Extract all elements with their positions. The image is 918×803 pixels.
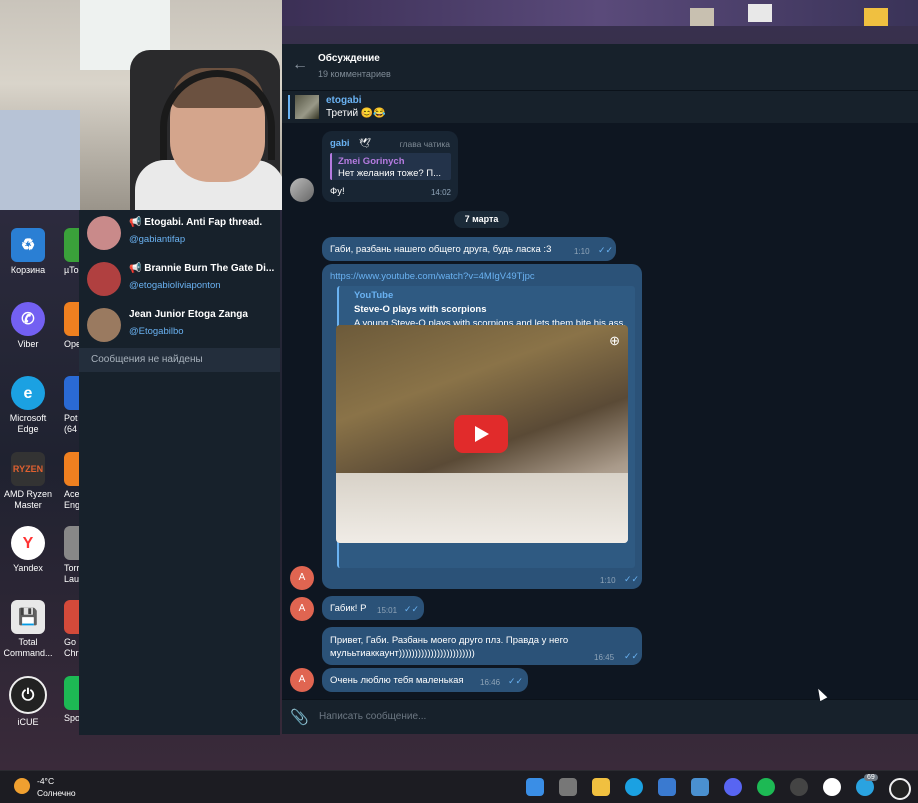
desktop-top-strip — [282, 0, 918, 26]
recycle-bin-icon: ♻ — [11, 228, 45, 262]
chat-header: ← Обсуждение 19 комментариев — [282, 44, 918, 90]
message-text: Привет, Габи. Разбань моего друго плз. П… — [330, 635, 569, 659]
preview-site: YouTube — [354, 290, 394, 301]
amd-ryzen-icon: RYZEN — [11, 452, 45, 486]
result-handle: @Etogabilbo — [129, 326, 184, 337]
avatar — [87, 262, 121, 296]
double-check-icon: ✓✓ — [508, 676, 524, 686]
desktop-icon-viber[interactable]: ✆ Viber — [0, 302, 56, 350]
explorer-icon[interactable] — [592, 778, 610, 796]
yandex-browser-icon[interactable] — [823, 778, 841, 796]
date-separator: 7 марта — [454, 211, 509, 228]
message-bubble[interactable]: Привет, Габи. Разбань моего друго плз. П… — [322, 627, 642, 665]
back-arrow-icon[interactable]: ← — [292, 56, 308, 74]
double-check-icon: ✓✓ — [404, 604, 420, 614]
icue-icon: ⏻ — [9, 676, 47, 714]
preview-title: Steve-O plays with scorpions — [354, 304, 487, 315]
result-handle: @gabiantifap — [129, 234, 186, 245]
webcam-overlay — [0, 0, 282, 210]
edge-icon: e — [11, 376, 45, 410]
desktop-icon-edge[interactable]: e Microsoft Edge — [0, 376, 56, 435]
avatar[interactable]: A — [290, 566, 314, 590]
weather-text[interactable]: Солнечно — [37, 788, 76, 798]
play-button[interactable] — [454, 415, 508, 453]
start-icon[interactable] — [526, 778, 544, 796]
desktop-icon-amd[interactable]: RYZEN AMD Ryzen Master — [0, 452, 56, 511]
chat-title: Обсуждение — [318, 53, 380, 64]
calculator-icon[interactable] — [691, 778, 709, 796]
search-result[interactable]: Jean Junior Etoga Zanga @Etogabilbo — [79, 302, 280, 348]
desktop-icon-recycle-bin[interactable]: ♻ Корзина — [0, 228, 56, 276]
wing-icon: 🕊 — [359, 138, 372, 149]
message-bubble[interactable]: Очень люблю тебя маленькая 16:46 ✓✓ — [322, 668, 528, 692]
weather-temp[interactable]: -4°C — [37, 776, 54, 786]
taskbar: -4°C Солнечно 69 — [0, 770, 918, 803]
result-name: 📢 Etogabi. Anti Fap thread. — [129, 217, 263, 228]
message-text: Габик! Р — [330, 603, 367, 614]
edge-taskbar-icon[interactable] — [625, 778, 643, 796]
store-icon[interactable] — [658, 778, 676, 796]
attach-icon[interactable]: 📎 — [290, 708, 309, 726]
message-text: Очень люблю тебя маленькая — [330, 675, 464, 686]
zoom-icon[interactable]: ⊕ — [609, 333, 620, 349]
avatar[interactable] — [290, 178, 314, 202]
message-bubble[interactable]: Габик! Р 15:01 ✓✓ — [322, 596, 424, 620]
message-bubble[interactable]: Габи, разбань нашего общего друга, будь … — [322, 237, 616, 261]
pinned-message[interactable]: etogabi Третий 😊😂 — [282, 90, 918, 123]
double-check-icon: ✓✓ — [624, 651, 640, 661]
reply-quote[interactable]: Zmei Gorinych Нет желания тоже? П... — [330, 153, 451, 180]
icue-taskbar-icon[interactable] — [889, 778, 911, 800]
search-result[interactable]: 📢 Etogabi. Anti Fap thread. @gabiantifap — [79, 210, 280, 256]
video-thumbnail[interactable]: ⊕ — [336, 325, 628, 543]
message-text: Габи, разбань нашего общего друга, будь … — [330, 244, 552, 255]
desktop-icon-yandex[interactable]: Y Yandex — [0, 526, 56, 574]
chat-window: ← Обсуждение 19 комментариев etogabi Тре… — [282, 44, 918, 734]
search-results-panel: 📢 Etogabi. Anti Fap thread. @gabiantifap… — [79, 210, 280, 735]
desktop-icon-icue[interactable]: ⏻ iCUE — [0, 676, 56, 728]
chat-subtitle: 19 комментариев — [318, 69, 391, 79]
avatar[interactable]: A — [290, 597, 314, 621]
avatar — [87, 216, 121, 250]
spotify-icon[interactable] — [757, 778, 775, 796]
double-check-icon: ✓✓ — [624, 574, 640, 584]
message-input-bar: 📎 Написать сообщение... — [282, 699, 918, 734]
yandex-icon: Y — [11, 526, 45, 560]
result-handle: @etogabioliviaponton — [129, 280, 221, 291]
message-author[interactable]: gabi — [330, 138, 350, 149]
avatar — [87, 308, 121, 342]
admin-badge: глава чатика — [399, 139, 450, 149]
avatar[interactable]: A — [290, 668, 314, 692]
search-result[interactable]: 📢 Brannie Burn The Gate Di... @etogabiol… — [79, 256, 280, 302]
no-results-label: Сообщения не найдены — [79, 348, 280, 372]
folder-icon[interactable] — [864, 8, 888, 26]
telegram-unread-badge: 69 — [864, 774, 878, 781]
message-bubble[interactable]: https://www.youtube.com/watch?v=4MIgV49T… — [322, 264, 642, 589]
message-bubble[interactable]: gabi 🕊 глава чатика Zmei Gorinych Нет же… — [322, 131, 458, 202]
pinned-text: Третий 😊😂 — [326, 108, 386, 119]
desktop-thumbnail-icon[interactable] — [748, 4, 772, 22]
double-check-icon: ✓✓ — [598, 245, 614, 255]
result-name: Jean Junior Etoga Zanga — [129, 309, 248, 320]
desktop-icon-total-commander[interactable]: 💾 Total Command... — [0, 600, 56, 659]
discord-icon[interactable] — [724, 778, 742, 796]
message-link[interactable]: https://www.youtube.com/watch?v=4MIgV49T… — [330, 271, 535, 282]
total-commander-icon: 💾 — [11, 600, 45, 634]
pinned-thumbnail — [295, 95, 319, 119]
task-view-icon[interactable] — [559, 778, 577, 796]
weather-sun-icon[interactable] — [14, 778, 30, 794]
play-icon — [475, 426, 489, 442]
result-name: 📢 Brannie Burn The Gate Di... — [129, 263, 275, 274]
pinned-author: etogabi — [326, 95, 362, 106]
desktop-thumbnail-icon[interactable] — [690, 8, 714, 26]
message-input[interactable]: Написать сообщение... — [319, 711, 426, 722]
obs-icon[interactable] — [790, 778, 808, 796]
message-text: Фу! — [330, 186, 345, 197]
viber-icon: ✆ — [11, 302, 45, 336]
